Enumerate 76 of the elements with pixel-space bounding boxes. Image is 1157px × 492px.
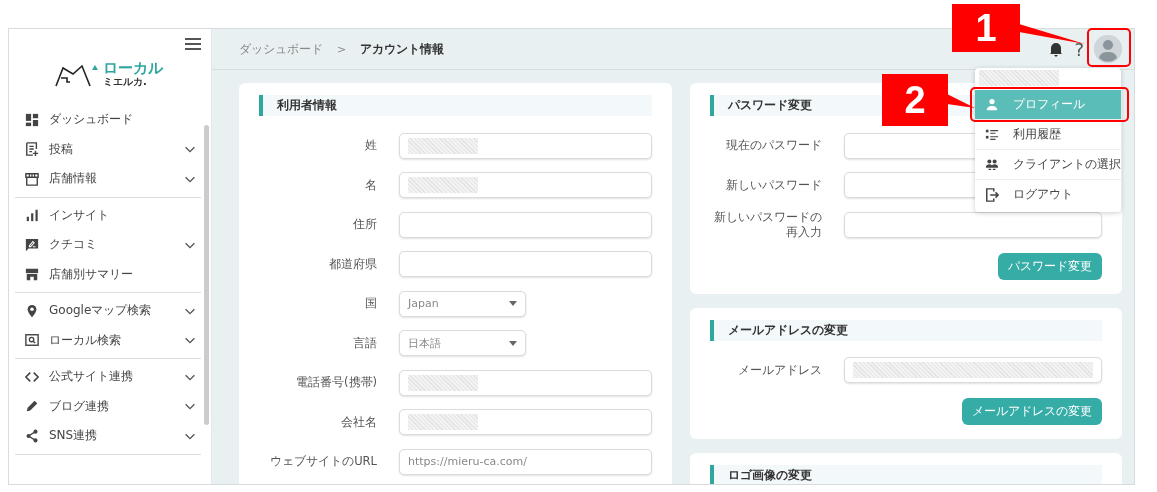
sidebar-item[interactable]: 店舗別サマリー bbox=[15, 259, 201, 289]
people-icon bbox=[985, 157, 999, 172]
input-field[interactable] bbox=[843, 357, 1102, 384]
sidebar-item[interactable]: 店舗情報 bbox=[15, 164, 201, 194]
sidebar-item[interactable]: ローカル検索 bbox=[15, 325, 201, 355]
field-label: 都道府県 bbox=[328, 256, 377, 272]
redacted-block bbox=[408, 177, 478, 194]
input-field[interactable] bbox=[399, 251, 652, 278]
callout-arrow bbox=[1019, 24, 1085, 44]
map-pin-icon bbox=[25, 303, 39, 318]
caret-icon bbox=[509, 340, 517, 346]
field-label: メールアドレス bbox=[736, 362, 822, 378]
breadcrumb-separator: > bbox=[337, 42, 347, 56]
help-icon[interactable]: ? bbox=[1074, 38, 1084, 60]
field-label: ウェブサイトのURL bbox=[269, 454, 377, 470]
callout-badge: 1 bbox=[952, 4, 1020, 52]
section-title: 利用者情報 bbox=[259, 95, 652, 116]
sidebar-item[interactable]: Googleマップ検索 bbox=[15, 296, 201, 326]
sidebar-item[interactable]: ダッシュボード bbox=[15, 105, 201, 135]
field-label: 国 bbox=[364, 296, 377, 312]
menu-item[interactable]: ログアウト bbox=[975, 180, 1121, 209]
field-label: 現在のパスワード bbox=[724, 138, 822, 154]
bar-chart-icon bbox=[25, 208, 39, 223]
field-label: 姓 bbox=[364, 138, 377, 154]
sidebar-item[interactable]: SNS連携 bbox=[15, 421, 201, 451]
sidebar-item[interactable]: 公式サイト連携 bbox=[15, 362, 201, 392]
caret-icon bbox=[509, 301, 517, 307]
field-label: 会社名 bbox=[340, 414, 377, 430]
field-label: 新しいパスワードの再入力 bbox=[712, 209, 822, 240]
logo-title: ローカル bbox=[103, 60, 163, 76]
section-title: メールアドレスの変更 bbox=[709, 319, 1102, 341]
input-field[interactable] bbox=[843, 211, 1102, 238]
storefront-icon bbox=[25, 267, 39, 282]
redacted-block bbox=[408, 137, 478, 154]
callout-badge: 2 bbox=[882, 74, 948, 126]
redacted-block bbox=[408, 374, 478, 391]
code-icon bbox=[25, 369, 39, 384]
field-label: 名 bbox=[364, 177, 377, 193]
input-field[interactable] bbox=[399, 409, 652, 436]
logo-drawing bbox=[55, 64, 99, 88]
select-field[interactable]: 日本語 bbox=[399, 330, 526, 357]
highlight-frame bbox=[1087, 28, 1131, 67]
field-label: 言語 bbox=[352, 335, 377, 351]
input-field[interactable] bbox=[399, 172, 652, 199]
review-icon bbox=[25, 237, 39, 252]
dashboard-icon bbox=[25, 112, 39, 127]
logout-icon bbox=[985, 187, 999, 202]
logo-subtitle: ミエルカ. bbox=[103, 76, 148, 88]
input-field[interactable] bbox=[399, 211, 652, 238]
pencil-icon bbox=[25, 399, 39, 414]
input-field[interactable] bbox=[399, 369, 652, 396]
page-title: アカウント情報 bbox=[360, 40, 445, 58]
menu-item[interactable]: 利用履歴 bbox=[975, 120, 1121, 150]
person-icon bbox=[985, 97, 999, 112]
redacted-block bbox=[408, 414, 478, 431]
share-icon bbox=[25, 428, 39, 443]
input-field[interactable] bbox=[399, 132, 652, 159]
menu-icon[interactable] bbox=[185, 38, 201, 50]
input-field[interactable]: https://mieru-ca.com/ bbox=[399, 448, 652, 475]
post-add-icon bbox=[25, 142, 39, 157]
field-label: 新しいパスワード bbox=[724, 177, 822, 193]
sidebar-item[interactable]: ブログ連携 bbox=[15, 391, 201, 421]
field-label: 電話番号(携帯) bbox=[295, 375, 377, 391]
select-field[interactable]: Japan bbox=[399, 290, 526, 317]
bell-icon[interactable] bbox=[1048, 41, 1065, 57]
store-icon bbox=[25, 171, 39, 186]
sidebar-item[interactable]: 投稿 bbox=[15, 134, 201, 164]
field-label: 住所 bbox=[352, 217, 377, 233]
callout-arrow bbox=[947, 94, 975, 108]
menu-item[interactable]: クライアントの選択 bbox=[975, 150, 1121, 180]
scrollbar[interactable] bbox=[204, 125, 209, 425]
sidebar-item[interactable]: クチコミ bbox=[15, 230, 201, 260]
list-icon bbox=[985, 127, 999, 142]
search-icon bbox=[25, 333, 39, 348]
sidebar-item[interactable]: インサイト bbox=[15, 200, 201, 230]
section-title: ロゴ画像の変更 bbox=[709, 465, 1102, 484]
